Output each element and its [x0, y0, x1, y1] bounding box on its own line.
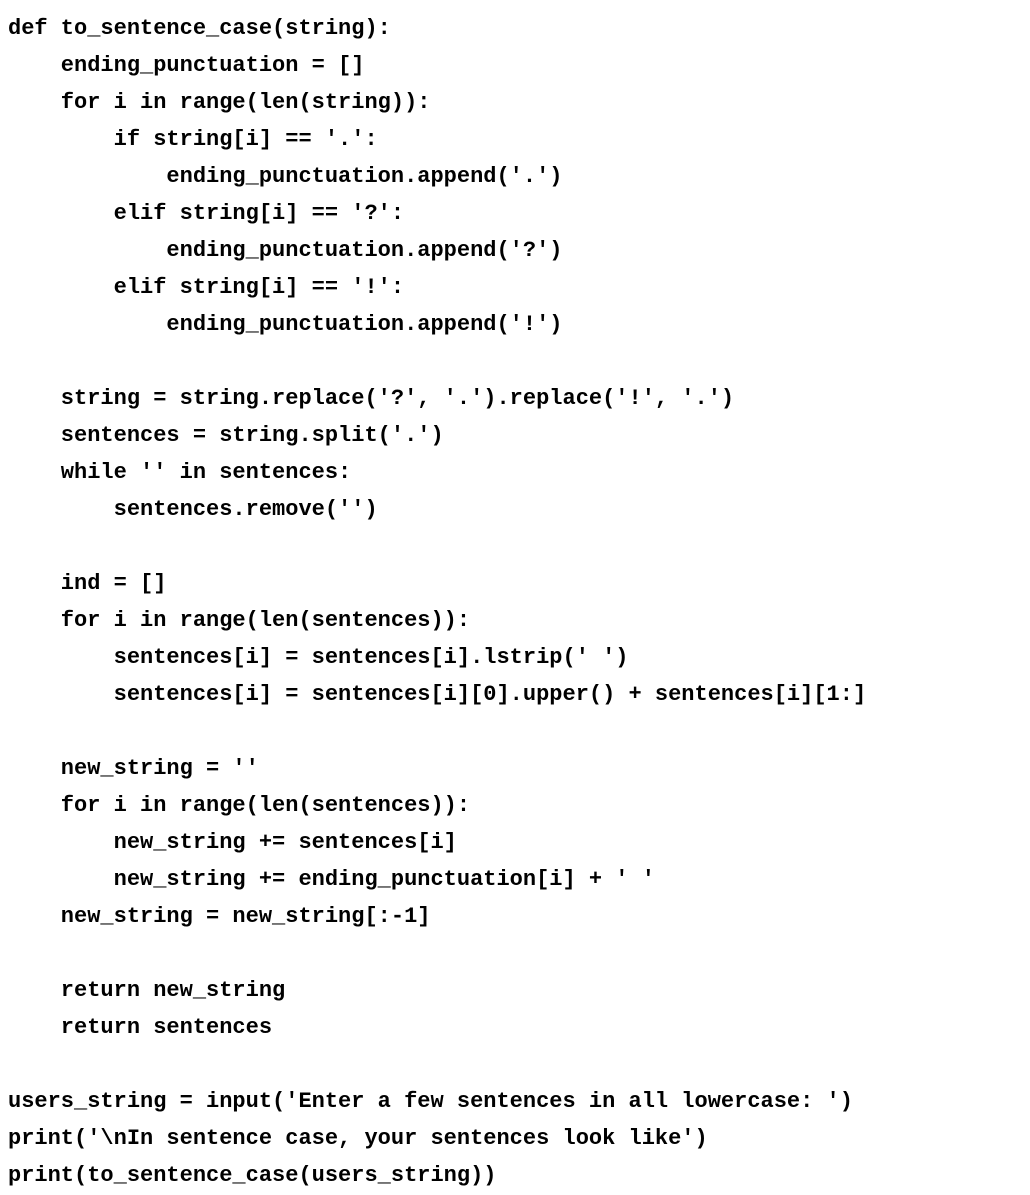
- code-block: def to_sentence_case(string): ending_pun…: [8, 10, 1030, 1194]
